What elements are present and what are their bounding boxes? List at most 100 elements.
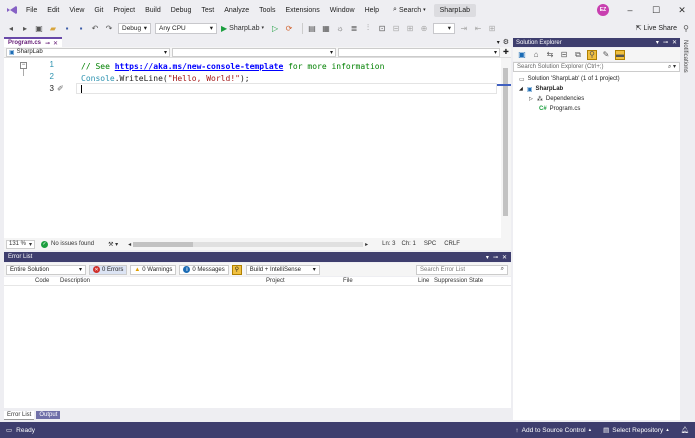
split-icon[interactable]: ✚ <box>503 48 509 56</box>
window-layout-icon[interactable]: ▦ <box>321 23 331 33</box>
switch-views-icon[interactable]: ▣ <box>517 50 527 60</box>
bookmark-next-icon[interactable]: ⊞ <box>405 23 415 33</box>
comment-icon[interactable]: ⫶ <box>363 23 373 33</box>
sync-icon[interactable]: ⇆ <box>545 50 555 60</box>
error-list-search-input[interactable]: Search Error List ⌕ <box>416 264 508 275</box>
menu-extensions[interactable]: Extensions <box>285 7 319 14</box>
settings-icon[interactable]: ⚙ <box>503 38 509 46</box>
avatar[interactable]: EZ <box>597 4 609 16</box>
column-line[interactable]: Line <box>418 278 429 284</box>
show-all-files-icon[interactable]: ⧉ <box>573 50 583 60</box>
menu-git[interactable]: Git <box>94 7 103 14</box>
dropdown-icon[interactable]: ▾ <box>486 254 489 261</box>
preview-icon[interactable]: ▬ <box>615 49 625 60</box>
tree-item-program-cs[interactable]: C# Program.cs <box>539 104 580 114</box>
dropdown-icon[interactable]: ▾ <box>656 39 659 46</box>
bookmark-icon[interactable]: ⊡ <box>377 23 387 33</box>
start-without-debugging-icon[interactable]: ▷ <box>270 23 280 33</box>
undo-icon[interactable]: ↶ <box>90 23 100 33</box>
editor-scroll-thumb[interactable] <box>503 68 508 216</box>
messages-filter-button[interactable]: i 0 Messages <box>179 264 229 275</box>
menu-window[interactable]: Window <box>330 7 355 14</box>
open-folder-icon[interactable]: ▰ <box>48 23 58 33</box>
hot-reload-icon[interactable]: ⟳ <box>284 23 294 33</box>
minimize-button[interactable]: – <box>617 5 643 15</box>
collapse-all-icon[interactable]: ⊟ <box>559 50 569 60</box>
quick-action-pencil-icon[interactable]: ✐ <box>57 84 64 93</box>
comment-link[interactable]: https://aka.ms/new-console-template <box>115 62 284 71</box>
menu-build[interactable]: Build <box>145 7 161 14</box>
properties-icon[interactable]: ✎ <box>601 50 611 60</box>
outline-collapse-icon[interactable]: − <box>20 62 27 69</box>
zoom-icon[interactable]: ⊕ <box>419 23 429 33</box>
diagnostics-icon[interactable]: ▤ <box>307 23 317 33</box>
tab-program-cs[interactable]: Program.cs ⊸ ✕ <box>4 37 63 47</box>
back-icon[interactable]: ◂ <box>6 23 16 33</box>
warnings-filter-button[interactable]: ▲ 0 Warnings <box>130 264 177 275</box>
column-code[interactable]: Code <box>35 278 49 284</box>
scroll-right-icon[interactable]: ▸ <box>365 241 368 248</box>
notifications-strip[interactable] <box>681 37 695 420</box>
type-nav-combo[interactable]: ▾ <box>172 47 336 57</box>
errors-filter-button[interactable]: ✕ 0 Errors <box>89 264 128 275</box>
issues-indicator[interactable]: ✓ No issues found <box>41 240 94 248</box>
menu-file[interactable]: File <box>26 7 37 14</box>
notification-bell-icon[interactable]: 🔔︎ <box>681 426 689 434</box>
line-ending-indicator[interactable]: CRLF <box>444 241 460 247</box>
scope-select[interactable]: Entire Solution ▾ <box>6 264 86 275</box>
pin-icon[interactable]: ⊸ <box>45 40 50 47</box>
menu-project[interactable]: Project <box>113 7 135 14</box>
menu-tools[interactable]: Tools <box>259 7 275 14</box>
bookmark-prev-icon[interactable]: ⊟ <box>391 23 401 33</box>
pin-icon[interactable]: ⊸ <box>493 254 498 261</box>
menu-view[interactable]: View <box>69 7 84 14</box>
redo-icon[interactable]: ↷ <box>104 23 114 33</box>
column-file[interactable]: File <box>343 278 353 284</box>
tab-output[interactable]: Output <box>36 411 61 419</box>
find-combo[interactable]: ▾ <box>433 22 456 34</box>
select-repository-button[interactable]: ▤ Select Repository ▴ <box>603 426 669 435</box>
filter-icon[interactable]: ⚲ <box>587 49 597 60</box>
close-icon[interactable]: ✕ <box>672 39 677 46</box>
screenshot-icon[interactable]: ⊞ <box>487 23 497 33</box>
menu-help[interactable]: Help <box>365 7 379 14</box>
step-over-icon[interactable]: ⇥ <box>459 23 469 33</box>
close-window-button[interactable]: ✕ <box>669 5 695 16</box>
home-icon[interactable]: ⌂ <box>531 50 541 60</box>
tree-item-project[interactable]: ◢ ▣ SharpLab <box>519 84 563 94</box>
new-project-icon[interactable]: ▣ <box>34 23 44 33</box>
column-indicator[interactable]: Ch: 1 <box>402 241 416 247</box>
solution-explorer-search-input[interactable]: Search Solution Explorer (Ctrl+;) ⌕ ▾ <box>513 62 680 72</box>
menu-edit[interactable]: Edit <box>47 7 59 14</box>
tab-dropdown-icon[interactable]: ▾ <box>497 39 500 46</box>
notifications-label[interactable]: Notifications <box>682 40 688 73</box>
menu-debug[interactable]: Debug <box>171 7 192 14</box>
platform-select[interactable]: Any CPU ▾ <box>155 22 217 34</box>
save-icon[interactable]: ▪ <box>62 23 72 33</box>
horizontal-scrollbar[interactable] <box>133 241 364 247</box>
live-share-button[interactable]: ⇱ Live Share <box>636 24 677 33</box>
start-button[interactable]: ▶ SharpLab ▾ <box>221 24 264 33</box>
brush-icon[interactable]: ⚒ ▾ <box>108 241 118 248</box>
column-project[interactable]: Project <box>266 278 285 284</box>
step-into-icon[interactable]: ⇤ <box>473 23 483 33</box>
line-indicator[interactable]: Ln: 3 <box>382 241 395 247</box>
filter-icon[interactable]: ⚲ <box>231 264 242 275</box>
scroll-left-icon[interactable]: ◂ <box>128 241 131 248</box>
whitespace-indicator[interactable]: SPC <box>424 241 436 247</box>
column-suppression-state[interactable]: Suppression State <box>434 278 483 284</box>
menu-analyze[interactable]: Analyze <box>224 7 249 14</box>
close-icon[interactable]: ✕ <box>53 40 58 47</box>
zoom-select[interactable]: 131 % ▾ <box>6 239 36 249</box>
close-icon[interactable]: ✕ <box>502 254 507 261</box>
configuration-select[interactable]: Debug ▾ <box>118 22 151 34</box>
forward-icon[interactable]: ▸ <box>20 23 30 33</box>
menu-test[interactable]: Test <box>201 7 214 14</box>
tree-item-dependencies[interactable]: ▷ ⁂ Dependencies <box>529 94 584 104</box>
source-select[interactable]: Build + IntelliSense ▾ <box>245 264 320 275</box>
member-nav-combo[interactable]: ▾ <box>338 47 500 57</box>
save-all-icon[interactable]: ▪ <box>76 23 86 33</box>
project-nav-combo[interactable]: ▣ SharpLab ▾ <box>6 47 170 57</box>
format-icon[interactable]: ≣ <box>349 23 359 33</box>
horizontal-scroll-thumb[interactable] <box>133 241 194 247</box>
